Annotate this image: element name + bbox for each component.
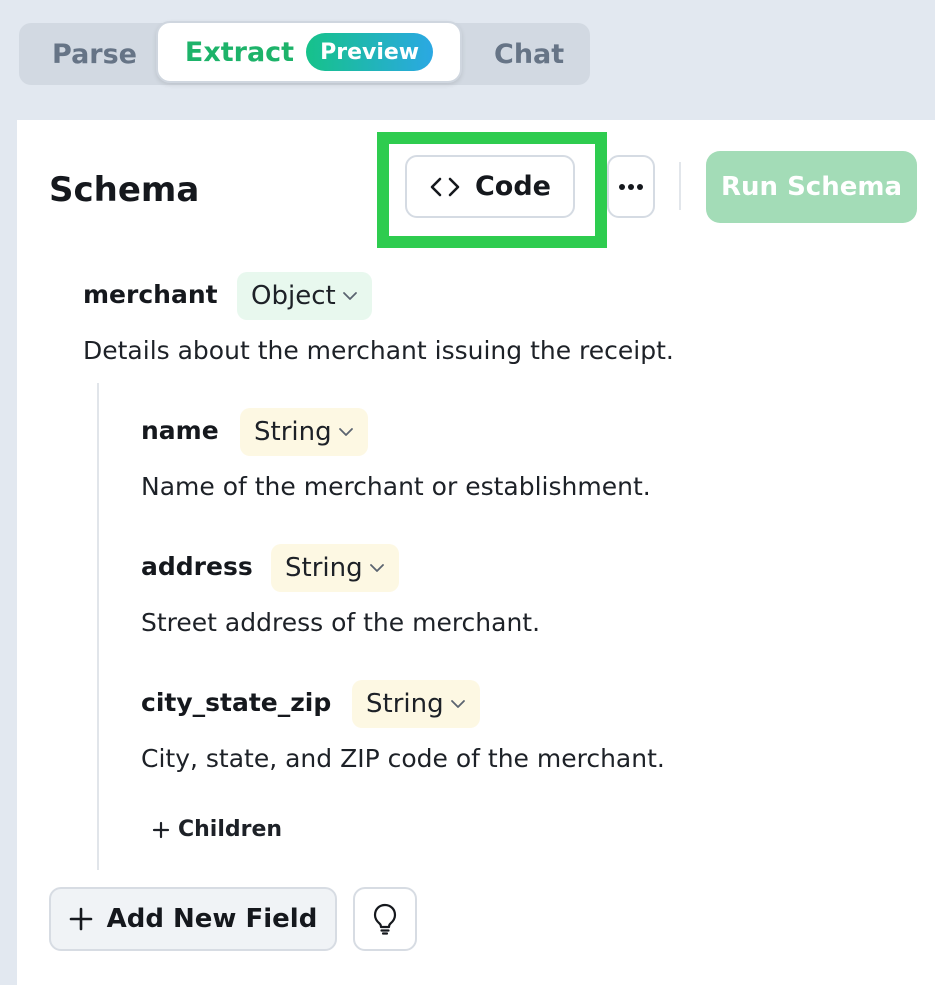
schema-title: Schema [49,170,200,210]
chevron-down-icon [369,564,384,572]
type-select-merchant[interactable]: Object [237,272,372,320]
run-schema-label: Run Schema [720,172,902,202]
tab-extract[interactable]: Extract Preview [156,21,462,83]
more-horizontal-icon [619,183,643,190]
suggest-fields-button[interactable] [353,887,417,951]
mode-tabs: Parse Extract Preview Chat [19,21,590,85]
field-description-name[interactable]: Name of the merchant or establishment. [141,472,651,501]
schema-panel: Schema Code Run Schema merchant Object D… [17,120,935,985]
field-name-name[interactable]: name [141,416,219,445]
field-description-merchant[interactable]: Details about the merchant issuing the r… [83,336,674,365]
toolbar-divider [679,162,681,210]
type-label: String [366,689,444,719]
type-select-name[interactable]: String [240,408,368,456]
chevron-down-icon [342,292,357,300]
chevron-down-icon [338,428,353,436]
field-name-city-state-zip[interactable]: city_state_zip [141,688,331,717]
code-brackets-icon [430,177,460,196]
children-tree-line [97,383,99,870]
add-new-field-button[interactable]: Add New Field [49,887,337,951]
type-select-city-state-zip[interactable]: String [352,680,480,728]
chevron-down-icon [450,700,465,708]
code-button-label: Code [474,171,551,202]
tab-chat[interactable]: Chat [494,23,564,85]
type-label: String [254,417,332,447]
plus-icon [69,907,92,931]
field-name-address[interactable]: address [141,552,253,581]
plus-icon [152,821,170,838]
type-label: String [285,553,363,583]
add-new-field-label: Add New Field [106,904,318,934]
type-label: Object [251,281,336,311]
field-name-merchant[interactable]: merchant [83,280,218,309]
run-schema-button[interactable]: Run Schema [706,151,917,223]
add-children-label: Children [178,817,283,842]
tab-parse-label: Parse [52,38,137,70]
field-description-address[interactable]: Street address of the merchant. [141,608,540,637]
more-options-button[interactable] [607,155,655,218]
field-description-city-state-zip[interactable]: City, state, and ZIP code of the merchan… [141,744,665,773]
tab-chat-label: Chat [494,38,565,70]
code-button[interactable]: Code [405,155,575,218]
tab-extract-label: Extract [184,36,295,68]
type-select-address[interactable]: String [271,544,399,592]
tab-parse[interactable]: Parse [52,23,137,85]
lightbulb-icon [373,903,397,935]
add-children-button[interactable]: Children [152,817,282,842]
preview-badge: Preview [306,33,434,71]
